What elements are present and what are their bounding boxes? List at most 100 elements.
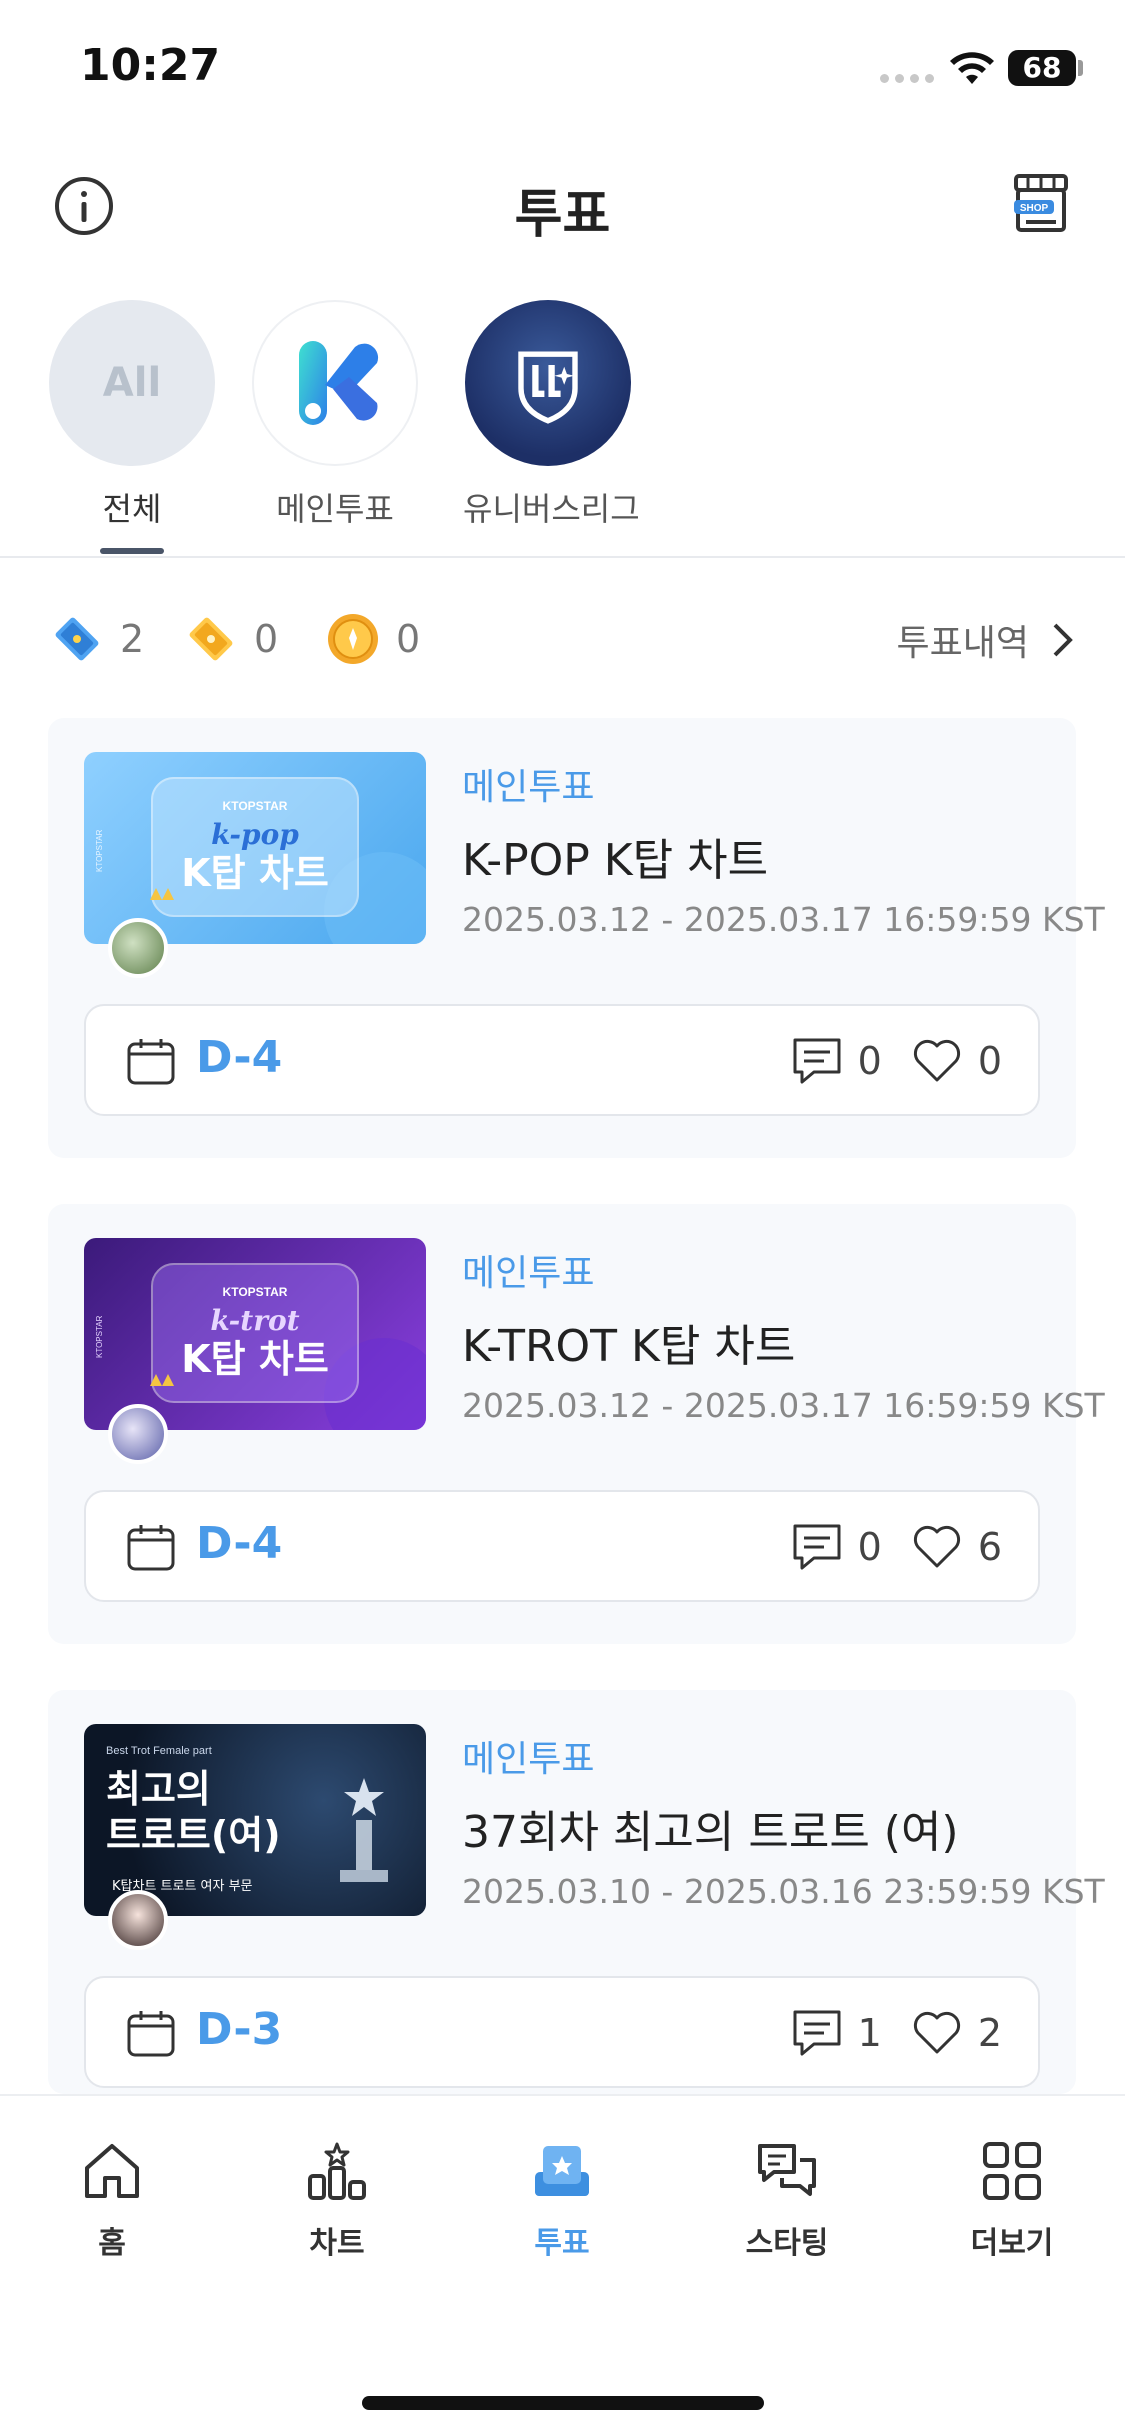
nav-label: 더보기 — [970, 2226, 1054, 2261]
thumb-headline: K탑 차트 — [181, 1337, 329, 1381]
nav-label: 투표 — [534, 2226, 590, 2261]
card-footer: D-4 0 6 — [84, 1490, 1040, 1602]
nav-home[interactable]: 홈 — [32, 2138, 192, 2262]
category-main-vote[interactable]: 메인투표 — [250, 300, 420, 530]
battery-tip — [1078, 60, 1083, 76]
thumb-side: KTOPSTAR — [95, 829, 104, 872]
nav-vote[interactable]: 투표 — [482, 2138, 642, 2262]
blue-ticket-count: 2 — [120, 617, 145, 661]
heart-icon[interactable] — [910, 2006, 964, 2060]
main-vote-logo — [252, 300, 418, 466]
artist-avatar — [108, 1404, 168, 1464]
comment-icon[interactable] — [790, 2006, 844, 2060]
status-bar: 10:27 68 — [0, 0, 1125, 130]
coin: 0 — [324, 610, 420, 668]
vote-history-label: 투표내역 — [896, 623, 1029, 664]
coin-icon — [328, 614, 378, 664]
category-tabs: All 전체 메인투표 유니버스리그 — [0, 300, 1125, 560]
shop-badge: SHOP — [1020, 203, 1049, 214]
card-title: K-TROT K탑 차트 — [462, 1321, 796, 1372]
card-footer: D-4 0 0 — [84, 1004, 1040, 1116]
card-thumbnail: KTOPSTAR k-trot K탑 차트 KTOPSTAR — [84, 1238, 426, 1430]
thumb-top: Best Trot Female part — [106, 1745, 212, 1757]
thumb-script: k-pop — [211, 818, 299, 851]
thumb-brand: KTOPSTAR — [223, 799, 288, 813]
ticket-balance-row: 2 0 0 투표내역 — [0, 600, 1125, 680]
chat-icon — [758, 2144, 816, 2196]
blue-ticket-icon — [55, 617, 99, 661]
nav-label: 차트 — [309, 2226, 365, 2261]
k-logo-icon — [299, 341, 379, 425]
d-day: D-4 — [196, 1032, 283, 1083]
coin-count: 0 — [396, 617, 421, 661]
card-category: 메인투표 — [462, 767, 595, 808]
card-stats: 1 2 — [790, 2006, 1002, 2060]
artist-avatar — [108, 1890, 168, 1950]
vote-card[interactable]: Best Trot Female part 최고의 트로트(여) K탑차트 트로… — [48, 1690, 1105, 2094]
thumb-brand: KTOPSTAR — [223, 1285, 288, 1299]
vote-history-link[interactable]: 투표내역 — [897, 614, 1075, 666]
comment-icon[interactable] — [790, 1034, 844, 1088]
thumb-line1: 최고의 — [106, 1767, 211, 1811]
category-label: 전체 — [102, 490, 162, 528]
card-date: 2025.03.10 - 2025.03.16 23:59:59 KST — [462, 1872, 1105, 1911]
chevron-right-icon — [1053, 623, 1073, 657]
thumb-line2: 트로트(여) — [106, 1813, 281, 1857]
comment-icon[interactable] — [790, 1520, 844, 1574]
card-stats: 0 0 — [790, 1034, 1002, 1088]
gold-ticket-icon — [189, 617, 233, 661]
category-all[interactable]: All 전체 — [47, 300, 217, 554]
comment-count: 0 — [857, 1039, 882, 1083]
gold-ticket-count: 0 — [254, 617, 279, 661]
nav-more[interactable]: 더보기 — [932, 2138, 1092, 2262]
thumb-script: k-trot — [210, 1304, 299, 1337]
vote-card[interactable]: KTOPSTAR k-pop K탑 차트 KTOPSTAR 메인투표 K-POP… — [48, 718, 1105, 1158]
status-time: 10:27 — [80, 40, 221, 91]
calendar-icon — [127, 1525, 175, 1571]
blue-ticket: 2 — [48, 610, 144, 668]
card-footer: D-3 1 2 — [84, 1976, 1040, 2088]
like-count: 0 — [977, 1039, 1002, 1083]
shop-icon[interactable]: SHOP — [1010, 170, 1072, 236]
card-date: 2025.03.12 - 2025.03.17 16:59:59 KST — [462, 1386, 1105, 1425]
category-label: 메인투표 — [276, 490, 394, 528]
category-universe-league[interactable]: 유니버스리그 — [463, 300, 640, 530]
vote-icon — [535, 2146, 589, 2196]
card-category: 메인투표 — [462, 1253, 595, 1294]
nav-chart[interactable]: 차트 — [257, 2138, 417, 2262]
header: 투표 SHOP — [0, 150, 1125, 260]
active-underline — [100, 548, 164, 554]
artist-avatar — [108, 918, 168, 978]
calendar-icon — [127, 1039, 175, 1085]
chart-icon — [308, 2142, 366, 2200]
comment-count: 1 — [857, 2011, 882, 2055]
page-title: 투표 — [514, 185, 611, 245]
home-indicator[interactable] — [362, 2396, 764, 2410]
nav-label: 스타팅 — [745, 2226, 829, 2261]
vote-card[interactable]: KTOPSTAR k-trot K탑 차트 KTOPSTAR 메인투표 K-TR… — [48, 1204, 1105, 1644]
like-count: 2 — [977, 2011, 1002, 2055]
card-category: 메인투표 — [462, 1739, 595, 1780]
d-day: D-4 — [196, 1518, 283, 1569]
wifi-icon — [950, 52, 994, 84]
nav-label: 홈 — [98, 2226, 126, 2261]
card-title: K-POP K탑 차트 — [462, 835, 769, 886]
battery-indicator: 68 — [1008, 50, 1076, 86]
card-stats: 0 6 — [790, 1520, 1002, 1574]
nav-starting[interactable]: 스타팅 — [707, 2138, 867, 2262]
heart-icon[interactable] — [910, 1520, 964, 1574]
d-day: D-3 — [196, 2004, 283, 2055]
thumb-side: KTOPSTAR — [95, 1315, 104, 1358]
card-date: 2025.03.12 - 2025.03.17 16:59:59 KST — [462, 900, 1105, 939]
card-thumbnail: Best Trot Female part 최고의 트로트(여) K탑차트 트로… — [84, 1724, 426, 1916]
thumb-headline: K탑 차트 — [181, 851, 329, 895]
cellular-signal-icon — [880, 74, 934, 83]
tabs-divider — [0, 556, 1125, 558]
heart-icon[interactable] — [910, 1034, 964, 1088]
card-thumbnail: KTOPSTAR k-pop K탑 차트 KTOPSTAR — [84, 752, 426, 944]
shield-icon — [518, 351, 578, 424]
all-circle: All — [49, 300, 215, 466]
bottom-nav: 홈 차트 투표 스타팅 더보기 — [0, 2094, 1125, 2436]
grid-icon — [983, 2142, 1041, 2200]
comment-count: 0 — [857, 1525, 882, 1569]
